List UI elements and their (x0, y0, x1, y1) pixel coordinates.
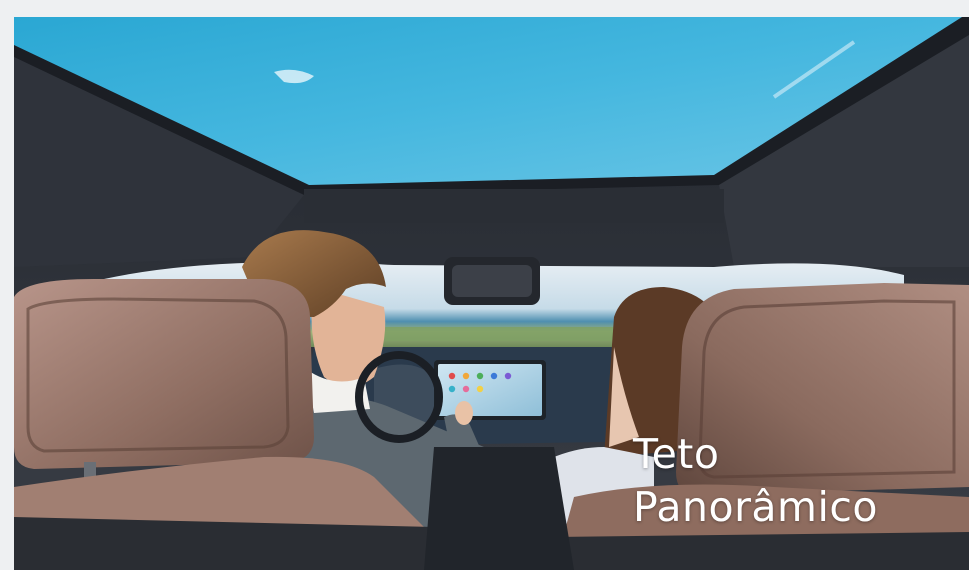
page-frame: Teto Panorâmico (0, 0, 969, 570)
center-touchscreen (434, 360, 546, 420)
caption-line-2: Panorâmico (633, 483, 879, 531)
car-interior-photo: Teto Panorâmico (14, 17, 969, 570)
caption-line-1: Teto (633, 430, 720, 478)
feature-caption: Teto Panorâmico (633, 428, 878, 534)
